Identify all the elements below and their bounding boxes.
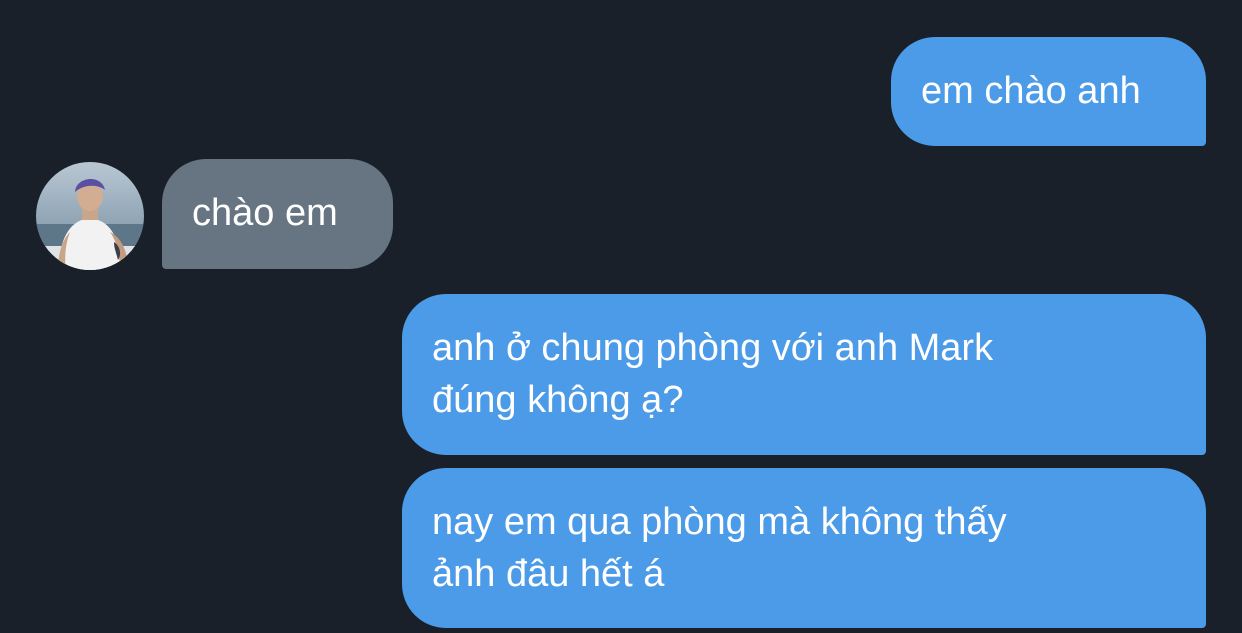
message-bubble-outgoing[interactable]: nay em qua phòng mà không thấy ảnh đâu h… bbox=[402, 468, 1206, 628]
message-bubble-outgoing[interactable]: em chào anh bbox=[891, 37, 1206, 146]
contact-avatar[interactable] bbox=[36, 162, 144, 270]
avatar-photo-icon bbox=[36, 162, 144, 270]
message-bubble-outgoing[interactable]: anh ở chung phòng với anh Mark đúng khôn… bbox=[402, 294, 1206, 455]
message-bubble-incoming[interactable]: chào em bbox=[162, 159, 393, 269]
